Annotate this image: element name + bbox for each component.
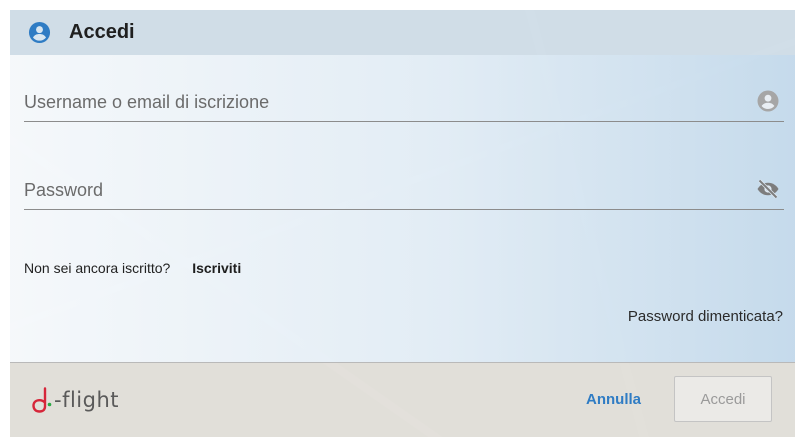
dialog-titlebar: Accedi: [10, 10, 795, 55]
username-input[interactable]: [24, 85, 744, 119]
logo-text: -flight: [54, 388, 120, 412]
forgot-password-link[interactable]: Password dimenticata?: [628, 308, 783, 325]
username-field: [24, 85, 784, 122]
signup-link[interactable]: Iscriviti: [192, 260, 241, 276]
signup-prompt: Non sei ancora iscritto?: [24, 260, 171, 276]
eye-off-icon[interactable]: [756, 177, 780, 201]
dialog-footer: -flight Annulla Accedi: [10, 362, 795, 437]
signup-row: Non sei ancora iscritto? Iscriviti: [24, 260, 241, 276]
cancel-button[interactable]: Annulla: [586, 391, 641, 408]
account-circle-icon: [757, 90, 779, 112]
dflight-logo-mark: [32, 387, 52, 413]
login-dialog: Accedi Non sei ancora iscritto? Iscrivit: [10, 10, 795, 437]
password-field: [24, 173, 784, 210]
login-button[interactable]: Accedi: [674, 376, 772, 422]
dflight-logo: -flight: [30, 385, 119, 415]
dialog-title: Accedi: [69, 21, 135, 43]
password-input[interactable]: [24, 173, 744, 207]
dialog-content: Non sei ancora iscritto? Iscriviti Passw…: [10, 55, 795, 362]
account-circle-icon: [28, 21, 51, 44]
